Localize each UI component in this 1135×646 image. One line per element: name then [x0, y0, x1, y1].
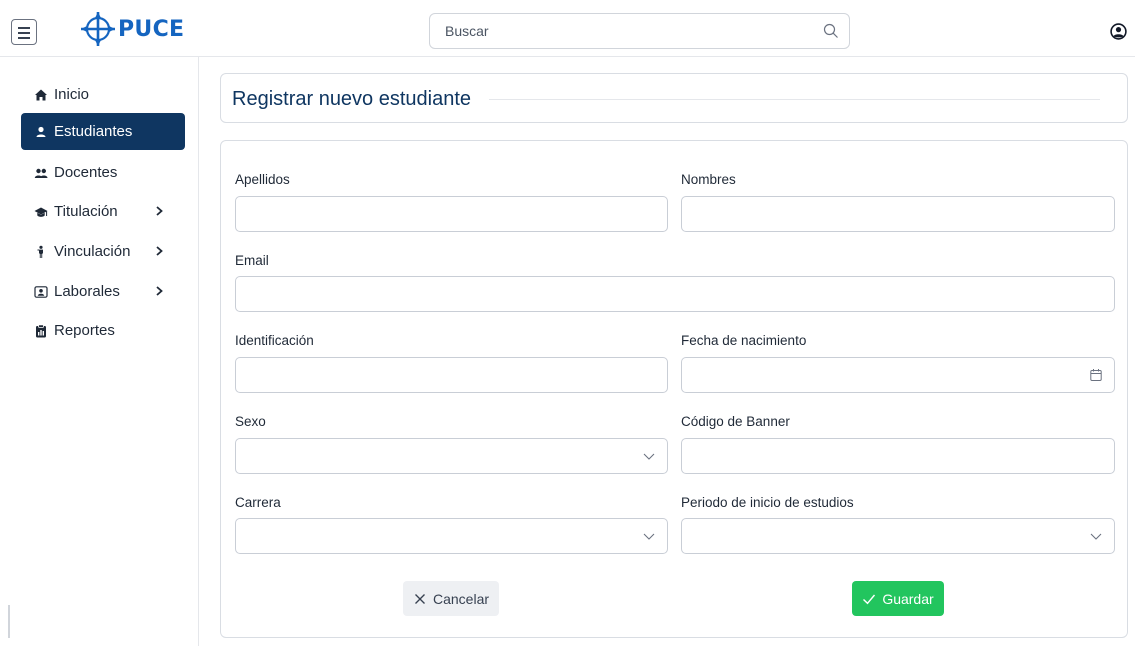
sidebar-item-label: Laborales	[54, 283, 120, 300]
codigo-banner-label: Código de Banner	[681, 414, 790, 429]
graduation-cap-icon	[34, 207, 48, 217]
carrera-label: Carrera	[235, 495, 281, 510]
page-title-card: Registrar nuevo estudiante	[220, 73, 1128, 123]
hamburger-icon	[18, 27, 30, 29]
scrollbar-thumb[interactable]	[8, 605, 10, 638]
sidebar-item-inicio[interactable]: Inicio	[21, 76, 185, 113]
save-button[interactable]: Guardar	[852, 581, 944, 616]
page-title: Registrar nuevo estudiante	[232, 88, 472, 110]
sidebar-item-label: Titulación	[54, 203, 118, 220]
fecha-nacimiento-input[interactable]	[682, 358, 1114, 392]
user-icon	[36, 126, 46, 137]
periodo-inicio-label: Periodo de inicio de estudios	[681, 495, 854, 510]
calendar-icon[interactable]	[1089, 368, 1103, 382]
sidebar: Inicio Estudiantes Docentes Titulación V…	[0, 57, 199, 646]
periodo-inicio-select[interactable]	[681, 518, 1115, 554]
home-icon	[35, 89, 47, 100]
sexo-select[interactable]	[235, 438, 668, 474]
cancel-button[interactable]: Cancelar	[403, 581, 499, 616]
sidebar-item-label: Vinculación	[54, 243, 131, 260]
clipboard-icon	[36, 323, 46, 337]
sidebar-item-laborales[interactable]: Laborales	[21, 273, 185, 310]
users-icon	[34, 168, 48, 178]
user-circle-icon[interactable]	[1110, 23, 1127, 40]
logo-text: PUCE	[118, 16, 185, 42]
identificacion-label: Identificación	[235, 333, 314, 348]
search-icon[interactable]	[823, 23, 839, 39]
codigo-banner-input[interactable]	[682, 439, 1114, 473]
sexo-label: Sexo	[235, 414, 266, 429]
identificacion-field-box	[235, 357, 668, 393]
menu-toggle-button[interactable]	[11, 19, 37, 45]
carrera-select[interactable]	[235, 518, 668, 554]
puce-logo[interactable]: PUCE	[80, 11, 184, 47]
sidebar-item-docentes[interactable]: Docentes	[21, 154, 185, 191]
email-label: Email	[235, 253, 269, 268]
nombres-input[interactable]	[682, 197, 1114, 231]
chevron-right-icon	[156, 286, 163, 296]
apellidos-input[interactable]	[236, 197, 667, 231]
top-header: PUCE	[0, 0, 1135, 57]
identificacion-input[interactable]	[236, 358, 667, 392]
chevron-right-icon	[156, 246, 163, 256]
chevron-down-icon[interactable]	[642, 529, 656, 543]
compass-cross-logo	[81, 12, 115, 46]
cancel-button-label: Cancelar	[432, 590, 490, 607]
fecha-nacimiento-label: Fecha de nacimiento	[681, 333, 807, 348]
id-card-icon	[34, 285, 48, 298]
email-input[interactable]	[236, 277, 1114, 311]
sidebar-item-label: Estudiantes	[54, 123, 133, 140]
nombres-field-box	[681, 196, 1115, 232]
fecha-nacimiento-field-box	[681, 357, 1115, 393]
check-icon	[863, 594, 876, 604]
apellidos-field-box	[235, 196, 668, 232]
apellidos-label: Apellidos	[235, 172, 290, 187]
sidebar-item-vinculacion[interactable]: Vinculación	[21, 233, 185, 270]
person-icon	[37, 245, 43, 258]
sidebar-item-label: Inicio	[54, 86, 90, 103]
chevron-down-icon[interactable]	[1089, 529, 1103, 543]
save-button-label: Guardar	[882, 590, 934, 607]
email-field-box	[235, 276, 1115, 312]
sidebar-item-titulacion[interactable]: Titulación	[21, 193, 185, 230]
close-icon	[415, 593, 425, 604]
sidebar-item-label: Reportes	[54, 322, 115, 339]
student-form: Apellidos Nombres Email Identificación F…	[220, 140, 1128, 638]
chevron-right-icon	[156, 206, 163, 216]
sidebar-item-reportes[interactable]: Reportes	[21, 312, 185, 349]
codigo-banner-field-box	[681, 438, 1115, 474]
search-box[interactable]	[429, 13, 850, 49]
title-divider	[489, 99, 1100, 100]
sidebar-item-label: Docentes	[54, 164, 118, 181]
sidebar-item-estudiantes[interactable]: Estudiantes	[21, 113, 185, 150]
search-input[interactable]	[430, 14, 815, 48]
nombres-label: Nombres	[681, 172, 736, 187]
chevron-down-icon[interactable]	[642, 449, 656, 463]
